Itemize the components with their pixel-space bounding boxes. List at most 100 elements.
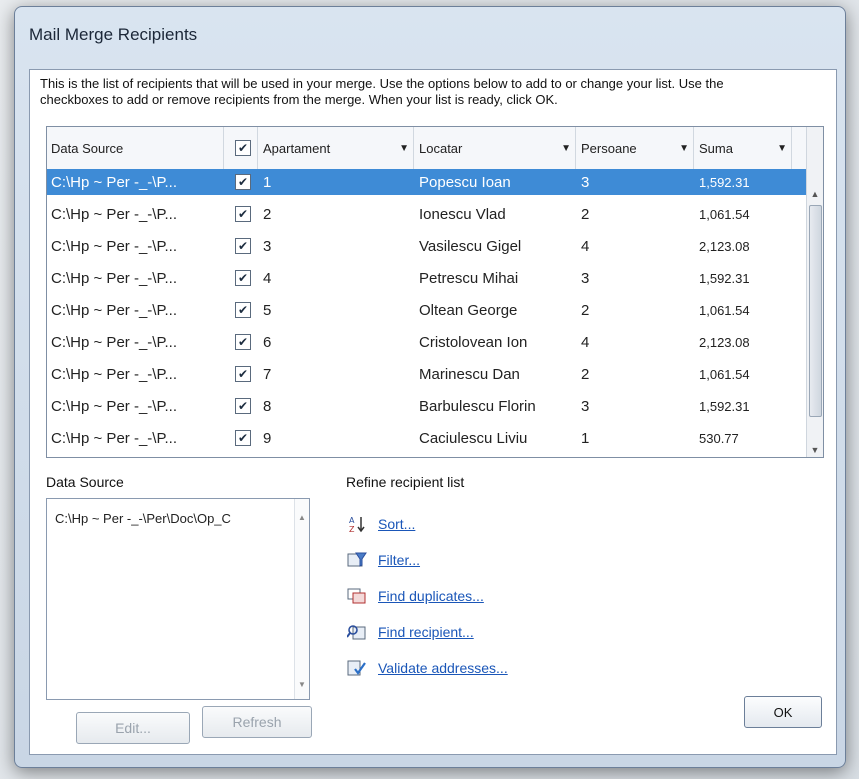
refine-item-duplicates[interactable]: Find duplicates... (346, 578, 508, 614)
chevron-down-icon[interactable]: ▼ (679, 143, 693, 154)
validate-icon (346, 657, 368, 679)
header-persoane-label: Persoane (581, 140, 637, 156)
refine-item-filter[interactable]: Filter... (346, 542, 508, 578)
svg-text:A: A (349, 516, 355, 525)
row-checkbox[interactable]: ✔ (235, 206, 251, 222)
row-checkbox[interactable]: ✔ (235, 398, 251, 414)
header-locatar-label: Locatar (419, 140, 463, 156)
row-suma: 1,592.31 (699, 174, 750, 190)
row-suma: 530.77 (699, 430, 739, 446)
row-persoane: 1 (581, 429, 590, 447)
header-suma[interactable]: Suma ▼ (699, 127, 792, 169)
sort-icon: AZ (346, 513, 368, 535)
scroll-down-icon[interactable]: ▼ (295, 680, 309, 689)
row-persoane: 2 (581, 301, 590, 319)
row-apartament: 6 (263, 333, 272, 351)
header-apartament[interactable]: Apartament ▼ (263, 127, 414, 169)
table-row[interactable]: C:\Hp ~ Per -_-\P... ✔ 2 Ionescu Vlad 2 … (47, 201, 807, 227)
refresh-button[interactable]: Refresh (202, 706, 312, 738)
row-persoane: 3 (581, 269, 590, 287)
refine-item-find-recipient[interactable]: Find recipient... (346, 614, 508, 650)
grid-scrollbar[interactable]: ▲ ▼ (806, 127, 823, 457)
row-persoane: 2 (581, 205, 590, 223)
header-persoane[interactable]: Persoane ▼ (581, 127, 694, 169)
row-source: C:\Hp ~ Per -_-\P... (51, 237, 178, 255)
row-source: C:\Hp ~ Per -_-\P... (51, 429, 178, 447)
row-source: C:\Hp ~ Per -_-\P... (51, 301, 178, 319)
row-apartament: 3 (263, 237, 272, 255)
table-row[interactable]: C:\Hp ~ Per -_-\P... ✔ 6 Cristolovean Io… (47, 329, 807, 355)
row-locatar: Barbulescu Florin (419, 397, 536, 415)
row-persoane: 4 (581, 237, 590, 255)
scroll-up-icon[interactable]: ▲ (295, 513, 309, 522)
refine-item-sort[interactable]: AZ Sort... (346, 506, 508, 542)
chevron-down-icon[interactable]: ▼ (561, 143, 575, 154)
row-apartament: 9 (263, 429, 272, 447)
row-apartament: 7 (263, 365, 272, 383)
row-persoane: 2 (581, 365, 590, 383)
instructions-text: This is the list of recipients that will… (40, 76, 724, 107)
row-checkbox[interactable]: ✔ (235, 366, 251, 382)
filter-link[interactable]: Filter... (378, 552, 420, 568)
row-source: C:\Hp ~ Per -_-\P... (51, 365, 178, 383)
row-checkbox[interactable]: ✔ (235, 334, 251, 350)
validate-addresses-link[interactable]: Validate addresses... (378, 660, 508, 676)
row-locatar: Marinescu Dan (419, 365, 520, 383)
edit-button[interactable]: Edit... (76, 712, 190, 744)
sort-link[interactable]: Sort... (378, 516, 415, 532)
row-apartament: 2 (263, 205, 272, 223)
row-source: C:\Hp ~ Per -_-\P... (51, 173, 178, 191)
scroll-thumb[interactable] (809, 205, 822, 417)
row-suma: 1,061.54 (699, 206, 750, 222)
dialog-title: Mail Merge Recipients (29, 25, 198, 44)
chevron-down-icon[interactable]: ▼ (777, 143, 791, 154)
row-locatar: Ionescu Vlad (419, 205, 506, 223)
header-select-all[interactable]: ✔ (229, 127, 258, 169)
table-row[interactable]: C:\Hp ~ Per -_-\P... ✔ 1 Popescu Ioan 3 … (47, 169, 807, 195)
row-apartament: 4 (263, 269, 272, 287)
row-source: C:\Hp ~ Per -_-\P... (51, 205, 178, 223)
data-source-list[interactable]: C:\Hp ~ Per -_-\Per\Doc\Op_C ▲ ▼ (46, 498, 310, 700)
table-row[interactable]: C:\Hp ~ Per -_-\P... ✔ 9 Caciulescu Livi… (47, 425, 807, 451)
row-locatar: Cristolovean Ion (419, 333, 528, 351)
row-source: C:\Hp ~ Per -_-\P... (51, 333, 178, 351)
find-duplicates-link[interactable]: Find duplicates... (378, 588, 484, 604)
data-source-label: Data Source (46, 474, 124, 490)
row-persoane: 4 (581, 333, 590, 351)
recipients-grid: Data Source ✔ Apartament ▼ Locatar ▼ Per… (46, 126, 824, 458)
refine-item-validate[interactable]: Validate addresses... (346, 650, 508, 686)
filter-icon (346, 549, 368, 571)
row-suma: 1,061.54 (699, 302, 750, 318)
scroll-up-icon[interactable]: ▲ (807, 189, 823, 199)
refine-label: Refine recipient list (346, 474, 465, 490)
row-apartament: 5 (263, 301, 272, 319)
row-locatar: Caciulescu Liviu (419, 429, 528, 447)
row-checkbox[interactable]: ✔ (235, 238, 251, 254)
row-checkbox[interactable]: ✔ (235, 270, 251, 286)
chevron-down-icon[interactable]: ▼ (399, 143, 413, 154)
header-locatar[interactable]: Locatar ▼ (419, 127, 576, 169)
row-checkbox[interactable]: ✔ (235, 302, 251, 318)
row-persoane: 3 (581, 173, 590, 191)
table-row[interactable]: C:\Hp ~ Per -_-\P... ✔ 3 Vasilescu Gigel… (47, 233, 807, 259)
header-suma-label: Suma (699, 140, 733, 156)
row-suma: 2,123.08 (699, 238, 750, 254)
find-recipient-link[interactable]: Find recipient... (378, 624, 474, 640)
data-source-item[interactable]: C:\Hp ~ Per -_-\Per\Doc\Op_C (55, 511, 231, 526)
header-apartament-label: Apartament (263, 140, 331, 156)
table-row[interactable]: C:\Hp ~ Per -_-\P... ✔ 8 Barbulescu Flor… (47, 393, 807, 419)
select-all-checkbox[interactable]: ✔ (235, 140, 251, 156)
table-row[interactable]: C:\Hp ~ Per -_-\P... ✔ 7 Marinescu Dan 2… (47, 361, 807, 387)
header-data-source[interactable]: Data Source (51, 127, 224, 169)
dialog-body: This is the list of recipients that will… (29, 69, 837, 755)
table-row[interactable]: C:\Hp ~ Per -_-\P... ✔ 4 Petrescu Mihai … (47, 265, 807, 291)
table-row[interactable]: C:\Hp ~ Per -_-\P... ✔ 5 Oltean George 2… (47, 297, 807, 323)
ok-button[interactable]: OK (744, 696, 822, 728)
row-persoane: 3 (581, 397, 590, 415)
row-locatar: Popescu Ioan (419, 173, 511, 191)
row-checkbox[interactable]: ✔ (235, 174, 251, 190)
data-source-scrollbar[interactable]: ▲ ▼ (294, 499, 309, 699)
svg-text:Z: Z (349, 525, 355, 533)
scroll-down-icon[interactable]: ▼ (807, 445, 823, 455)
row-checkbox[interactable]: ✔ (235, 430, 251, 446)
